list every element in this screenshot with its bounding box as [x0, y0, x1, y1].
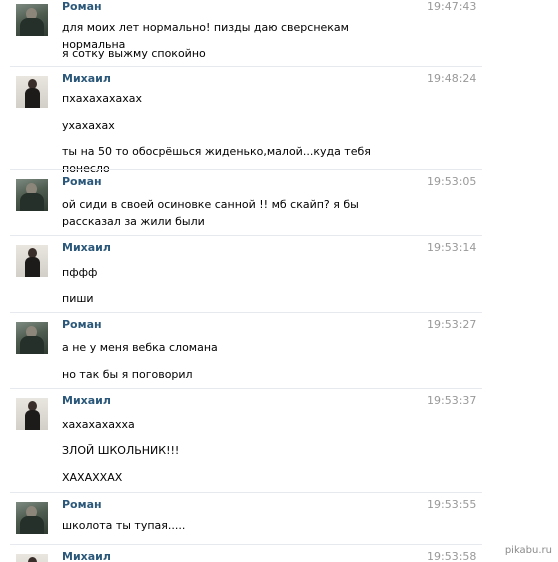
message-author[interactable]: Роман — [62, 498, 102, 511]
message-text: ты на 50 то обосрёшься жиденько,малой...… — [62, 145, 371, 175]
message-time: 19:53:14 — [427, 241, 477, 254]
message-divider — [10, 492, 482, 493]
message-text: а не у меня вебка сломана — [62, 341, 218, 354]
message-divider — [10, 66, 482, 67]
message-text: хахахахахха — [62, 418, 135, 431]
mikhail-avatar[interactable] — [16, 554, 48, 562]
message-author[interactable]: Михаил — [62, 72, 111, 85]
message-author[interactable]: Михаил — [62, 394, 111, 407]
message-text: школота ты тупая..... — [62, 519, 186, 532]
roman-avatar[interactable] — [16, 502, 48, 534]
message-text: я сотку выжму спокойно — [62, 47, 206, 60]
message-text: пиши — [62, 292, 94, 305]
message-time: 19:53:58 — [427, 550, 477, 562]
message-divider — [10, 169, 482, 170]
mikhail-avatar[interactable] — [16, 76, 48, 108]
message-time: 19:47:43 — [427, 0, 477, 13]
message-time: 19:48:24 — [427, 72, 477, 85]
message-time: 19:53:55 — [427, 498, 477, 511]
message-text: пффф — [62, 266, 98, 279]
roman-avatar[interactable] — [16, 179, 48, 211]
message-author[interactable]: Михаил — [62, 241, 111, 254]
message-author[interactable]: Роман — [62, 0, 102, 13]
message-text: но так бы я поговорил — [62, 368, 193, 381]
message-author[interactable]: Роман — [62, 318, 102, 331]
message-author[interactable]: Роман — [62, 175, 102, 188]
message-text: ХАХАХХАХ — [62, 471, 123, 484]
message-divider — [10, 312, 482, 313]
message-author[interactable]: Михаил — [62, 550, 111, 562]
message-text: ой сиди в своей осиновке санной !! мб ск… — [62, 198, 359, 228]
message-divider — [10, 235, 482, 236]
message-text: ухахахах — [62, 119, 115, 132]
message-text: ЗЛОЙ ШКОЛЬНИК!!! — [62, 444, 180, 457]
message-time: 19:53:27 — [427, 318, 477, 331]
message-divider — [10, 544, 482, 545]
watermark: pikabu.ru — [504, 545, 552, 556]
mikhail-avatar[interactable] — [16, 398, 48, 430]
message-time: 19:53:37 — [427, 394, 477, 407]
roman-avatar[interactable] — [16, 322, 48, 354]
message-divider — [10, 388, 482, 389]
roman-avatar[interactable] — [16, 4, 48, 36]
message-text: пхахахахахах — [62, 92, 142, 105]
mikhail-avatar[interactable] — [16, 245, 48, 277]
message-history: Роман 19:47:43 для моих лет нормально! п… — [0, 0, 558, 562]
message-time: 19:53:05 — [427, 175, 477, 188]
